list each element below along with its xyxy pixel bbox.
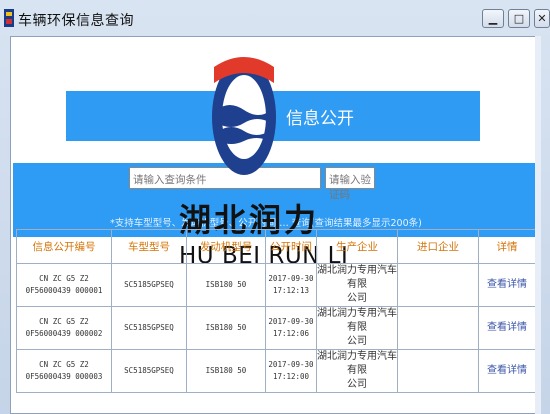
cell-info-id: CN ZC G5 Z2 0F56000439 000003 — [16, 349, 112, 393]
captcha-input[interactable]: 请输入验证码 — [325, 167, 375, 201]
cell-vehicle-model: SC5185GPSEQ — [111, 306, 187, 350]
vertical-scrollbar[interactable] — [535, 36, 541, 414]
cell-importer — [397, 349, 479, 393]
cell-vehicle-model: SC5185GPSEQ — [111, 263, 187, 307]
cell-publish-time: 2017-09-30 17:12:06 — [265, 306, 317, 350]
cell-importer — [397, 306, 479, 350]
view-detail-link[interactable]: 查看详情 — [478, 349, 536, 393]
header-detail: 详情 — [478, 229, 536, 264]
cell-importer — [397, 263, 479, 307]
close-icon: ✕ — [537, 12, 547, 25]
cell-manufacturer: 湖北润力专用汽车有限 公司 — [316, 263, 398, 307]
table-row: CN ZC G5 Z2 0F56000439 000002 SC5185GPSEQ I… — [16, 306, 536, 350]
cell-manufacturer: 湖北润力专用汽车有限 公司 — [316, 306, 398, 350]
window-title: 车辆环保信息查询 — [18, 13, 134, 29]
cell-info-id: CN ZC G5 Z2 0F56000439 000001 — [16, 263, 112, 307]
minimize-button[interactable]: ▁ — [482, 9, 504, 28]
header-vehicle-model: 车型型号 — [111, 229, 187, 264]
view-detail-link[interactable]: 查看详情 — [478, 306, 536, 350]
maximize-button[interactable]: □ — [508, 9, 530, 28]
cell-engine-model: ISB180 50 — [186, 263, 266, 307]
title-bar: 车辆环保信息查询 ▁ □ ✕ — [0, 0, 550, 34]
header-publish-time: 公开时间 — [265, 229, 317, 264]
header-engine-model: 发动机型号 — [186, 229, 266, 264]
header-manufacturer: 生产企业 — [316, 229, 398, 264]
view-detail-link[interactable]: 查看详情 — [478, 263, 536, 307]
maximize-icon: □ — [513, 12, 525, 25]
close-button[interactable]: ✕ — [534, 9, 550, 28]
app-window: 车辆环保信息查询 ▁ □ ✕ 信息公开 请输入查询条件 请输入验证码 *支持车型… — [0, 0, 550, 414]
header-info-id: 信息公开编号 — [16, 229, 112, 264]
cell-publish-time: 2017-09-30 17:12:13 — [265, 263, 317, 307]
minimize-icon: ▁ — [488, 12, 498, 25]
header-importer: 进口企业 — [397, 229, 479, 264]
results-table: 信息公开编号 车型型号 发动机型号 公开时间 生产企业 进口企业 详情 CN Z… — [16, 229, 536, 393]
table-row: CN ZC G5 Z2 0F56000439 000001 SC5185GPSEQ I… — [16, 263, 536, 307]
cell-vehicle-model: SC5185GPSEQ — [111, 349, 187, 393]
cell-engine-model: ISB180 50 — [186, 306, 266, 350]
cell-engine-model: ISB180 50 — [186, 349, 266, 393]
table-header-row: 信息公开编号 车型型号 发动机型号 公开时间 生产企业 进口企业 详情 — [16, 229, 536, 264]
table-row: CN ZC G5 Z2 0F56000439 000003 SC5185GPSEQ I… — [16, 349, 536, 393]
cell-info-id: CN ZC G5 Z2 0F56000439 000002 — [16, 306, 112, 350]
cell-publish-time: 2017-09-30 17:12:00 — [265, 349, 317, 393]
cell-manufacturer: 湖北润力专用汽车有限 公司 — [316, 349, 398, 393]
app-icon — [4, 9, 14, 27]
logo-emblem-icon — [212, 57, 276, 175]
